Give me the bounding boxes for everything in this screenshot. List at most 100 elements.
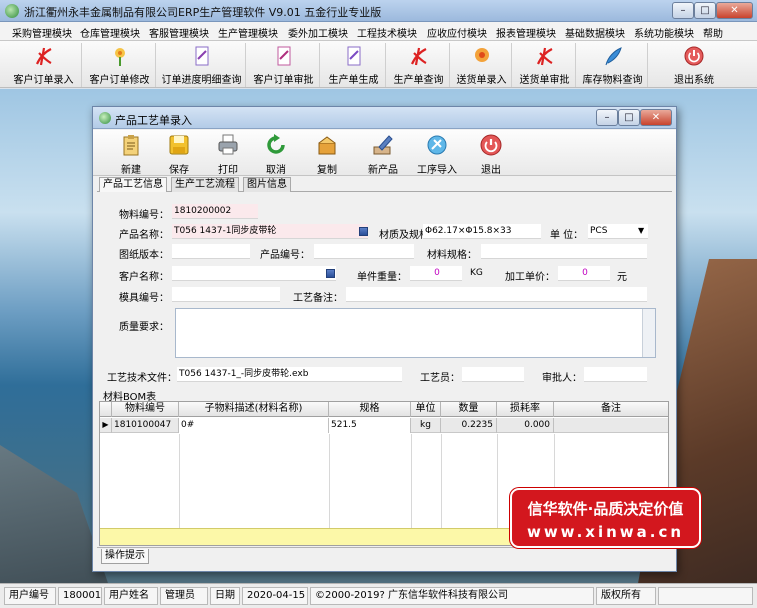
approver-field[interactable]: [584, 367, 647, 382]
chevron-down-icon[interactable]: ▼: [638, 226, 644, 235]
toolbar-inventory-query-button[interactable]: 库存物料查询: [578, 43, 648, 87]
print-button-label: 打印: [218, 165, 238, 176]
date-value: 2020-04-15: [242, 587, 308, 605]
menu-customer-service[interactable]: 客服管理模块: [149, 25, 209, 40]
pen-icon: [373, 135, 393, 155]
col-material-no[interactable]: 物料编号: [112, 402, 179, 417]
user-no-label: 用户编号: [4, 587, 56, 605]
craftsman-field[interactable]: [462, 367, 524, 382]
toolbar-order-edit-button[interactable]: 客户订单修改: [84, 43, 156, 87]
child-maximize-button[interactable]: □: [618, 109, 640, 126]
tab-production-flow[interactable]: 生产工艺流程: [171, 177, 239, 192]
operation-hint-tab[interactable]: 操作提示: [101, 549, 149, 564]
menu-production[interactable]: 生产管理模块: [218, 25, 278, 40]
new-button[interactable]: 新建: [107, 132, 155, 176]
unit-price-field[interactable]: 0: [558, 266, 610, 281]
copy-button[interactable]: 复制: [303, 132, 351, 176]
menu-system[interactable]: 系统功能模块: [634, 25, 694, 40]
close-button[interactable]: ✕: [716, 2, 753, 19]
grid-line: [411, 434, 412, 529]
flower-icon: [474, 48, 489, 62]
toolbar-production-query-button[interactable]: 生产单查询: [388, 43, 450, 87]
col-sub-material-desc[interactable]: 子物料描述(材料名称): [179, 402, 329, 417]
maximize-button[interactable]: □: [694, 2, 716, 19]
quality-textarea[interactable]: [175, 308, 656, 358]
copy-button-label: 复制: [317, 165, 337, 176]
tab-images[interactable]: 图片信息: [243, 177, 291, 192]
toolbar-delivery-entry-button[interactable]: 送货单录入: [452, 43, 512, 87]
menu-purchase[interactable]: 采购管理模块: [12, 25, 72, 40]
product-name-field[interactable]: T056 1437-1同步皮带轮: [172, 224, 368, 239]
mold-no-field[interactable]: [172, 287, 280, 302]
product-code-field[interactable]: [314, 244, 414, 259]
process-import-button-label: 工序导入: [417, 165, 457, 176]
menu-basic-data[interactable]: 基础数据模块: [565, 25, 625, 40]
save-button[interactable]: 保存: [157, 132, 201, 176]
product-lookup-icon[interactable]: [359, 227, 368, 236]
save-button-label: 保存: [169, 165, 189, 176]
status-bar: 用户编号 180001 用户姓名 管理员 日期 2020-04-15 ©2000…: [0, 583, 757, 608]
material-no-field[interactable]: 1810200002: [172, 204, 258, 219]
exit-button[interactable]: 退出: [469, 132, 513, 176]
tech-file-label: 工艺技术文件：: [107, 373, 177, 384]
cell-sub-material-desc[interactable]: 0#: [179, 418, 329, 433]
material-spec2-label: 材料规格：: [427, 250, 477, 261]
app-titlebar: 浙江衢州永丰金属制品有限公司ERP生产管理软件 V9.01 五金行业专业版 – …: [0, 0, 757, 22]
new-product-button[interactable]: 新产品: [355, 132, 411, 176]
col-unit[interactable]: 单位: [411, 402, 441, 417]
hint-bar: 操作提示: [97, 547, 672, 564]
col-quantity[interactable]: 数量: [441, 402, 497, 417]
menu-outsourcing[interactable]: 委外加工模块: [288, 25, 348, 40]
col-spec[interactable]: 规格: [329, 402, 411, 417]
cancel-button[interactable]: 取消: [253, 132, 299, 176]
drawing-version-field[interactable]: [172, 244, 250, 259]
menu-accounts[interactable]: 应收应付模块: [427, 25, 487, 40]
child-window-title: 产品工艺单录入: [115, 114, 192, 127]
toolbar-order-progress-button[interactable]: 订单进度明细查询: [158, 43, 246, 87]
toolbar-label: 库存物料查询: [582, 75, 643, 86]
customer-lookup-icon[interactable]: [326, 269, 335, 278]
process-import-button[interactable]: 工序导入: [413, 132, 461, 176]
child-toolbar: 新建 保存 打印 取消 复制 新产品 工序导入 退出: [93, 130, 676, 176]
minimize-button[interactable]: –: [672, 2, 694, 19]
menu-reports[interactable]: 报表管理模块: [496, 25, 556, 40]
cell-spec[interactable]: 521.5: [329, 418, 411, 433]
boxes-icon: [318, 136, 336, 155]
copyright-text: ©2000-2019? 广东信华软件科技有限公司: [310, 587, 594, 605]
menu-engineering[interactable]: 工程技术模块: [357, 25, 417, 40]
toolbar-exit-system-button[interactable]: 退出系统: [652, 43, 736, 87]
printer-icon: [218, 134, 238, 155]
toolbar-order-approve-button[interactable]: 客户订单审批: [248, 43, 320, 87]
grid-line: [497, 434, 498, 529]
customer-name-label: 客户名称：: [119, 272, 169, 283]
child-minimize-button[interactable]: –: [596, 109, 618, 126]
memo-scrollbar[interactable]: [642, 309, 655, 357]
child-close-button[interactable]: ✕: [640, 109, 672, 126]
menu-help[interactable]: 帮助: [703, 25, 723, 40]
cell-note[interactable]: [554, 418, 668, 433]
col-loss-rate[interactable]: 损耗率: [497, 402, 554, 417]
cell-material-no[interactable]: 1810100047: [112, 418, 179, 433]
menu-warehouse[interactable]: 仓库管理模块: [80, 25, 140, 40]
flower-icon: [114, 48, 125, 66]
col-note[interactable]: 备注: [554, 402, 668, 417]
toolbar-production-generate-button[interactable]: 生产单生成: [322, 43, 386, 87]
material-spec-field[interactable]: Φ62.17×Φ15.8×33: [423, 224, 541, 239]
tab-product-process-info[interactable]: 产品工艺信息: [99, 177, 167, 193]
tech-file-field[interactable]: T056 1437-1_-同步皮带轮.exb: [177, 367, 402, 382]
cell-quantity[interactable]: 0.2235: [441, 418, 497, 433]
cell-unit[interactable]: kg: [411, 418, 441, 433]
customer-name-field[interactable]: [172, 266, 336, 281]
main-toolbar: 客户订单录入 客户订单修改 订单进度明细查询 客户订单审批 生产单生成 生产单查…: [0, 41, 757, 88]
material-spec2-field[interactable]: [481, 244, 647, 259]
promo-slogan: 信华软件·品质决定价值: [527, 500, 684, 518]
cell-loss-rate[interactable]: 0.000: [497, 418, 554, 433]
user-name-value: 管理员: [160, 587, 208, 605]
document-icon: [195, 46, 208, 66]
toolbar-order-entry-button[interactable]: 客户订单录入: [6, 43, 82, 87]
process-note-field[interactable]: [346, 287, 647, 302]
print-button[interactable]: 打印: [205, 132, 251, 176]
toolbar-delivery-approve-button[interactable]: 送货单审批: [514, 43, 576, 87]
unit-weight-field[interactable]: 0: [410, 266, 462, 281]
table-row[interactable]: ▶ 1810100047 0# 521.5 kg 0.2235 0.000: [100, 418, 668, 433]
